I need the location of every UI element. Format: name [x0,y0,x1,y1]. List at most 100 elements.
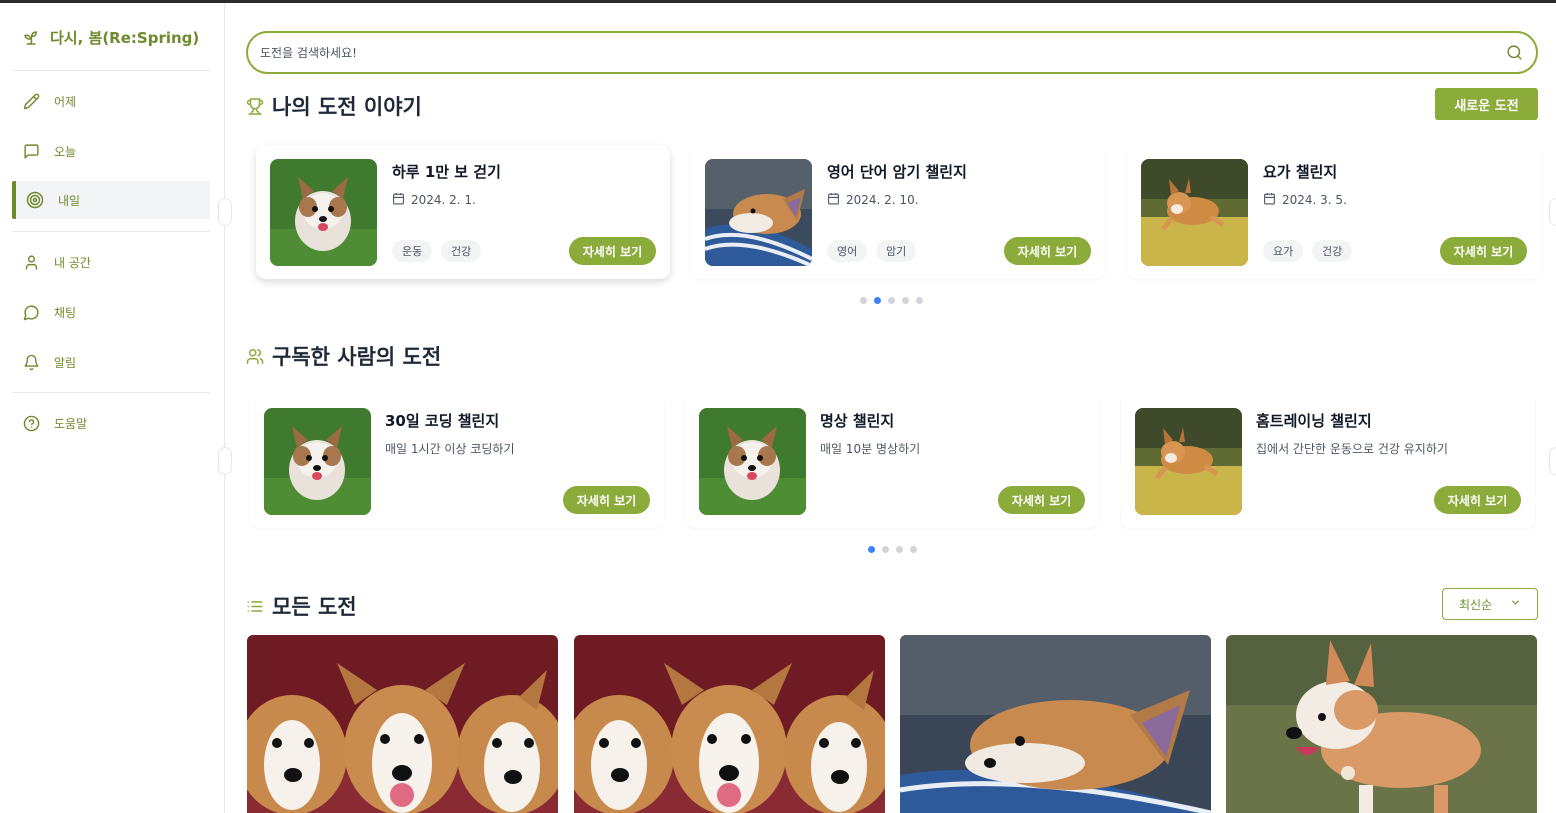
tag: 영어 [827,240,868,262]
users-icon [246,347,264,365]
card-title: 영어 단어 암기 챌린지 [827,163,967,181]
three-corgis-image[interactable] [574,635,885,813]
subscribed-card[interactable]: 30일 코딩 챌린지 매일 1시간 이상 코딩하기 자세히 보기 [250,394,664,528]
carousel-pagination [860,297,923,304]
pagination-dot[interactable] [896,546,903,553]
calendar-icon [827,192,840,208]
card-date: 2024. 2. 10. [827,192,919,208]
my-challenges-header: 나의 도전 이야기 [246,91,422,121]
pagination-dot[interactable] [916,297,923,304]
corgi-closeup-image [705,159,812,266]
card-date-text: 2024. 3. 5. [1282,193,1347,207]
tag: 건강 [441,240,482,262]
carousel-next-button[interactable] [1549,198,1556,226]
pagination-dot-active[interactable] [868,546,875,553]
subscribed-card[interactable]: 명상 챌린지 매일 10분 명상하기 자세히 보기 [685,394,1099,528]
subscribed-card[interactable]: 홈트레이닝 챌린지 집에서 간단한 운동으로 건강 유지하기 자세히 보기 [1121,394,1535,528]
search-input[interactable] [260,45,1504,60]
pagination-dot[interactable] [888,297,895,304]
carousel-prev-button[interactable] [218,447,232,475]
corgi-running-field-image [1135,408,1242,515]
brand-name: 다시, 봄(Re:Spring) [50,29,200,47]
card-title: 홈트레이닝 챌린지 [1256,412,1372,430]
corgi-walking-grass-image[interactable] [1226,635,1537,813]
view-details-button[interactable]: 자세히 보기 [569,237,656,265]
chat-bubble-icon [22,303,40,321]
sidebar-item-label: 알림 [54,355,77,370]
new-challenge-button[interactable]: 새로운 도전 [1435,88,1538,120]
card-date: 2024. 2. 1. [392,192,476,208]
target-icon [26,191,44,209]
brand[interactable]: 다시, 봄(Re:Spring) [22,27,199,48]
card-title: 명상 챌린지 [820,412,895,430]
tag: 건강 [1312,240,1353,262]
window-top-border [0,0,1556,3]
sidebar-item-my-space[interactable]: 내 공간 [12,243,210,281]
sidebar-item-label: 내일 [58,193,81,208]
section-title: 구독한 사람의 도전 [272,345,442,369]
sidebar-item-chat[interactable]: 채팅 [12,293,210,331]
sidebar-item-label: 어제 [54,94,77,109]
carousel-pagination [868,546,917,553]
sidebar-item-label: 오늘 [54,144,77,159]
sidebar-item-help[interactable]: 도움말 [12,404,210,442]
carousel-prev-button[interactable] [218,198,232,226]
help-circle-icon [22,414,40,432]
card-date: 2024. 3. 5. [1263,192,1347,208]
bell-icon [22,353,40,371]
search-icon[interactable] [1504,43,1524,63]
view-details-button[interactable]: 자세히 보기 [1434,486,1521,514]
sidebar-divider [12,70,210,71]
trophy-icon [246,97,264,115]
corgi-running-field-image [1141,159,1248,266]
message-square-icon [22,142,40,160]
sidebar-divider [12,231,210,232]
carousel-next-button[interactable] [1549,447,1556,475]
card-title: 30일 코딩 챌린지 [385,412,500,430]
view-details-button[interactable]: 자세히 보기 [998,486,1085,514]
pagination-dot[interactable] [902,297,909,304]
challenge-card[interactable]: 요가 챌린지 2024. 3. 5. 요가 건강 자세히 보기 [1127,145,1541,279]
card-date-text: 2024. 2. 1. [411,193,476,207]
sort-select[interactable]: 최신순 [1442,588,1538,620]
calendar-icon [1263,192,1276,208]
sidebar-item-label: 채팅 [54,305,77,320]
tag: 요가 [1263,240,1304,262]
calendar-icon [392,192,405,208]
pagination-dot[interactable] [860,297,867,304]
view-details-button[interactable]: 자세히 보기 [1440,237,1527,265]
section-title: 나의 도전 이야기 [272,95,422,119]
tag: 암기 [876,240,917,262]
sidebar: 다시, 봄(Re:Spring) 어제 오늘 내일 내 공간 채팅 알림 도움말 [0,3,225,813]
sidebar-divider [12,392,210,393]
pagination-dot-active[interactable] [874,297,881,304]
user-icon [22,253,40,271]
sidebar-item-tomorrow[interactable]: 내일 [12,181,210,219]
corgi-puppy-grass-image [264,408,371,515]
challenge-card[interactable]: 하루 1만 보 걷기 2024. 2. 1. 운동 건강 자세히 보기 [256,145,670,279]
search-bar [246,31,1538,74]
card-title: 요가 챌린지 [1263,163,1338,181]
chevron-down-icon [1510,597,1521,611]
sidebar-item-label: 도움말 [54,416,88,431]
card-description: 매일 1시간 이상 코딩하기 [385,442,515,456]
pagination-dot[interactable] [910,546,917,553]
section-title: 모든 도전 [272,595,357,619]
tag: 운동 [392,240,433,262]
three-corgis-image[interactable] [247,635,558,813]
corgi-closeup-image[interactable] [900,635,1211,813]
all-challenges-header: 모든 도전 [246,591,357,621]
sort-select-value: 최신순 [1459,597,1493,612]
sprout-icon [22,29,40,47]
view-details-button[interactable]: 자세히 보기 [563,486,650,514]
pencil-icon [22,92,40,110]
subscribed-header: 구독한 사람의 도전 [246,341,441,371]
card-description: 매일 10분 명상하기 [820,442,921,456]
challenge-card[interactable]: 영어 단어 암기 챌린지 2024. 2. 10. 영어 암기 자세히 보기 [691,145,1105,279]
view-details-button[interactable]: 자세히 보기 [1004,237,1091,265]
sidebar-item-today[interactable]: 오늘 [12,132,210,170]
pagination-dot[interactable] [882,546,889,553]
sidebar-item-notifications[interactable]: 알림 [12,343,210,381]
sidebar-item-yesterday[interactable]: 어제 [12,82,210,120]
card-title: 하루 1만 보 걷기 [392,163,501,181]
